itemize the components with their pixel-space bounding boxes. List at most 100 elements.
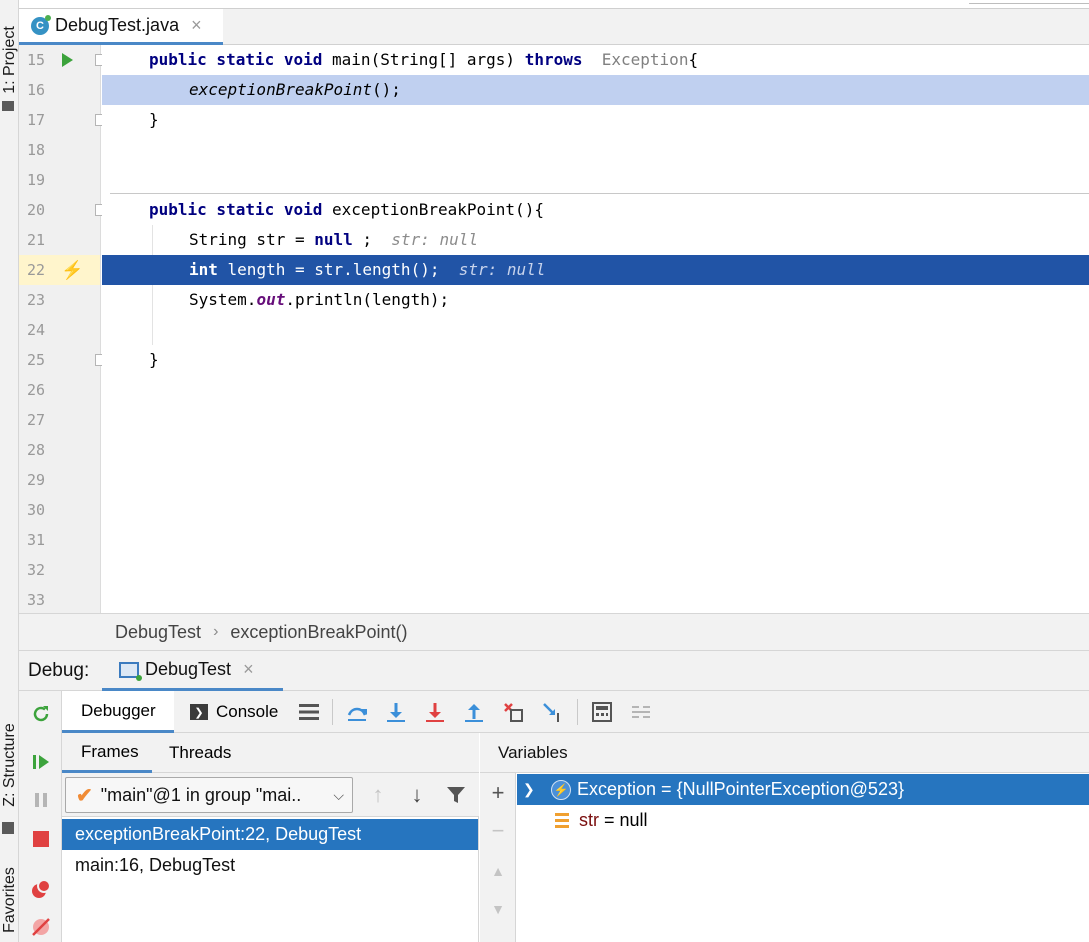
line-number: 26	[27, 381, 46, 399]
step-over-icon[interactable]	[383, 699, 409, 725]
tab-debugger[interactable]: Debugger	[62, 691, 174, 733]
close-icon[interactable]: ×	[191, 15, 202, 36]
line-number: 19	[27, 171, 46, 189]
gutter-line: 15	[19, 45, 106, 75]
code-line-25: }	[102, 345, 1089, 375]
favorites-tool-tab[interactable]: Favorites	[0, 860, 19, 940]
folder-icon	[2, 101, 14, 111]
line-number: 21	[27, 231, 46, 249]
gutter-line: 29	[19, 465, 100, 495]
show-execution-point-icon[interactable]	[344, 699, 370, 725]
code-token: }	[149, 110, 159, 129]
favorites-tool-tab-label: Favorites	[0, 867, 18, 933]
java-class-icon-letter: C	[36, 19, 44, 32]
toolbar-divider	[577, 699, 578, 725]
gutter-line: 20	[19, 195, 106, 225]
rerun-icon[interactable]	[30, 703, 52, 725]
breadcrumb-class[interactable]: DebugTest	[115, 622, 201, 643]
code-token: null	[314, 230, 353, 249]
line-number: 18	[27, 141, 46, 159]
resume-icon[interactable]	[30, 751, 52, 773]
debug-session-label: DebugTest	[145, 659, 232, 679]
gutter-line: 18	[19, 135, 100, 165]
debug-action-toolbar	[19, 691, 62, 942]
line-number: 27	[27, 411, 46, 429]
gutter-line: 33	[19, 585, 100, 615]
code-token: ();	[372, 80, 401, 99]
step-out-icon[interactable]	[461, 699, 487, 725]
line-number: 20	[27, 201, 46, 219]
force-step-into-icon[interactable]	[422, 699, 448, 725]
debug-session-tab[interactable]: DebugTest ×	[102, 651, 283, 691]
layout-menu-icon[interactable]	[296, 699, 322, 725]
gutter-line: 32	[19, 555, 100, 585]
variable-row-str[interactable]: str = null	[517, 805, 1089, 836]
move-up-icon[interactable]: ▲	[488, 861, 508, 881]
code-line-21: String str = null ; str: null	[102, 225, 1089, 255]
close-icon[interactable]: ×	[243, 659, 254, 680]
project-tool-tab[interactable]: 1: Project	[0, 10, 19, 110]
frame-item[interactable]: main:16, DebugTest	[62, 850, 478, 881]
line-number: 32	[27, 561, 46, 579]
evaluate-expression-icon[interactable]	[589, 699, 615, 725]
editor-gutter[interactable]: 15 16 17 18 19 20 21 22 ⚡ 23 24 25 26 27…	[19, 45, 106, 615]
check-icon: ✔	[76, 784, 93, 807]
gutter-line: 31	[19, 525, 100, 555]
expand-arrow-icon[interactable]: ❯	[523, 781, 535, 798]
add-watch-icon[interactable]: +	[488, 780, 508, 805]
run-icon[interactable]	[62, 53, 73, 67]
code-token: }	[149, 350, 159, 369]
variables-tree: ❯ ⚡ Exception = {NullPointerException@52…	[517, 773, 1089, 942]
console-icon: ❯	[190, 704, 208, 720]
breadcrumb-method[interactable]: exceptionBreakPoint()	[230, 622, 407, 643]
remove-watch-icon[interactable]: −	[488, 818, 508, 843]
variable-row-exception[interactable]: ❯ ⚡ Exception = {NullPointerException@52…	[517, 774, 1089, 805]
gutter-line: 17	[19, 105, 106, 135]
gutter-line: 27	[19, 405, 100, 435]
debug-title: Debug:	[28, 660, 90, 681]
code-token: main(String[] args)	[332, 50, 525, 69]
duplicate-watch-icon[interactable]: ▬	[488, 933, 508, 942]
inline-value-hint: str: null	[458, 260, 546, 279]
code-token: ;	[352, 230, 392, 249]
gutter-line: 24	[19, 315, 100, 345]
tab-frames[interactable]: Frames	[62, 733, 152, 773]
exception-breakpoint-icon[interactable]: ⚡	[61, 255, 83, 285]
drop-frame-icon[interactable]	[500, 699, 526, 725]
mute-breakpoints-icon[interactable]	[30, 916, 52, 938]
arrow-up-icon[interactable]: ↑	[365, 781, 391, 809]
code-line-23: System.out.println(length);	[102, 285, 1089, 315]
frame-item[interactable]: exceptionBreakPoint:22, DebugTest	[62, 819, 478, 850]
variable-text: Exception = {NullPointerException@523}	[577, 779, 904, 799]
line-number: 33	[27, 591, 46, 609]
tab-threads[interactable]: Threads	[169, 733, 231, 773]
java-class-icon: C	[31, 14, 51, 35]
stop-icon[interactable]	[30, 828, 52, 850]
variables-header: Variables	[480, 733, 1089, 773]
line-number: 22	[27, 261, 46, 279]
thread-dropdown[interactable]: ✔ "main"@1 in group "mai.. ⌵	[65, 777, 353, 813]
code-editor[interactable]: public static void main(String[] args) t…	[102, 45, 1089, 613]
gutter-line-current: 22 ⚡	[19, 255, 100, 285]
trace-stream-icon[interactable]	[628, 699, 654, 725]
tab-console-label: Console	[216, 702, 279, 721]
editor-tab-debugtest[interactable]: C DebugTest.java ×	[19, 9, 223, 45]
exception-icon: ⚡	[551, 779, 571, 800]
gutter-line: 25	[19, 345, 106, 375]
breadcrumb-separator: ›	[213, 623, 219, 640]
code-line-17: }	[102, 105, 1089, 135]
move-down-icon[interactable]: ▼	[488, 899, 508, 919]
thread-selector-row: ✔ "main"@1 in group "mai.. ⌵ ↑ ↓	[62, 773, 479, 817]
left-tool-stripe: 1: Project Z: Structure Favorites	[0, 0, 19, 942]
structure-tool-tab[interactable]: Z: Structure	[0, 710, 19, 820]
pause-icon[interactable]	[30, 789, 52, 811]
arrow-down-icon[interactable]: ↓	[404, 781, 430, 809]
tab-debugger-label: Debugger	[81, 700, 156, 720]
code-token: public static void	[149, 50, 333, 69]
run-to-cursor-icon[interactable]	[539, 699, 565, 725]
view-breakpoints-icon[interactable]	[30, 878, 52, 900]
gutter-line: 23	[19, 285, 100, 315]
window-edge	[969, 0, 1089, 4]
tab-console[interactable]: ❯ Console	[190, 691, 278, 733]
filter-icon[interactable]	[443, 781, 469, 809]
